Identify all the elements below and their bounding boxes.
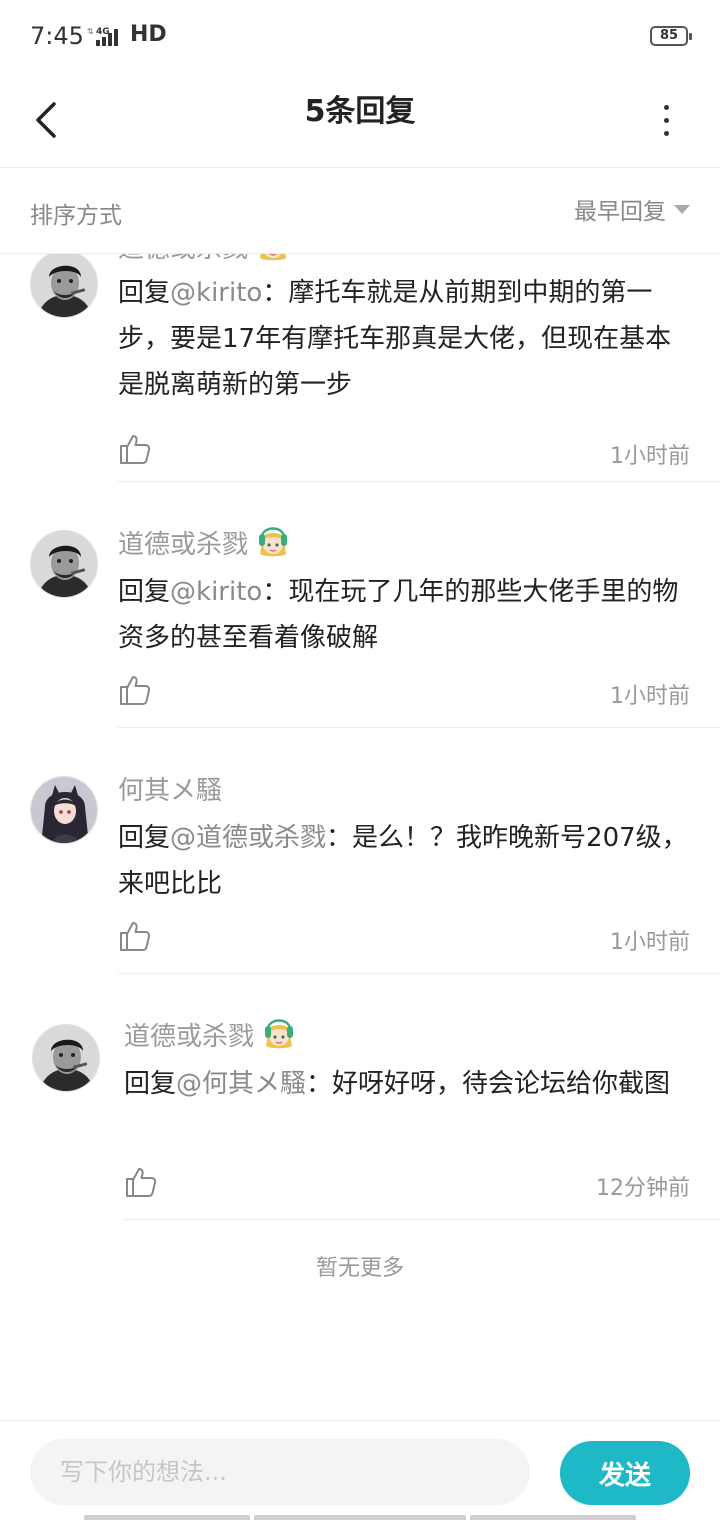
anime-girl-badge-icon <box>256 254 290 264</box>
no-more-text: 暂无更多 <box>315 1256 404 1281</box>
comment-item: 道德或杀戮 回复@何其メ騷：好呀好呀，待会论坛给你截图 12分钟前 <box>0 974 720 1220</box>
comment-time: 1小时前 <box>610 444 690 469</box>
signal-icon: 4G ⇅ <box>87 27 118 46</box>
composer-bar: 发送 <box>0 1420 720 1520</box>
comment-text: 回复@道德或杀戮：是么！？我昨晚新号207级，来吧比比 <box>118 815 688 907</box>
sort-label: 排序方式 <box>30 203 122 229</box>
title-bar: 5条回复 <box>0 72 720 168</box>
hd-indicator: HD <box>130 22 167 47</box>
username-row: 道德或杀戮 <box>118 254 290 266</box>
nav-indicator <box>254 1515 466 1520</box>
thumbs-up-icon[interactable] <box>118 432 152 466</box>
reply-prefix: 回复 <box>118 823 171 853</box>
caret-down-icon <box>674 204 690 214</box>
username[interactable]: 道德或杀戮 <box>118 254 248 265</box>
comment-item: 何其メ騷 回复@道德或杀戮：是么！？我昨晚新号207级，来吧比比 1小时前 <box>0 728 720 974</box>
chevron-left-icon <box>36 102 56 138</box>
mention-link[interactable]: @道德或杀戮 <box>170 823 326 853</box>
sort-dropdown[interactable]: 最早回复 <box>574 192 690 226</box>
comment-content: ：好呀好呀，待会论坛给你截图 <box>306 1069 671 1099</box>
comment-item: 道德或杀戮 回复@kirito：摩托车就是从前期到中期的第一步，要是17年有摩托… <box>0 254 720 482</box>
mention-link[interactable]: @何其メ騷 <box>176 1069 306 1099</box>
thumbs-up-icon[interactable] <box>118 673 152 707</box>
comment-text: 回复@kirito：摩托车就是从前期到中期的第一步，要是17年有摩托车那真是大佬… <box>118 270 688 408</box>
nav-indicator <box>84 1515 250 1520</box>
divider <box>124 1219 720 1220</box>
anime-girl-badge-icon <box>262 1016 296 1052</box>
reply-prefix: 回复 <box>118 278 171 308</box>
avatar[interactable] <box>30 254 98 318</box>
send-button[interactable]: 发送 <box>560 1441 690 1505</box>
back-button[interactable] <box>18 90 74 150</box>
more-options-button[interactable] <box>642 92 690 148</box>
username[interactable]: 道德或杀戮 <box>124 1016 254 1053</box>
svg-text:⇅: ⇅ <box>87 27 94 36</box>
nav-indicator <box>470 1515 636 1520</box>
avatar[interactable] <box>30 776 98 844</box>
username-row: 道德或杀戮 <box>118 522 290 562</box>
status-time: 7:45 <box>30 22 84 50</box>
comment-list[interactable]: 道德或杀戮 回复@kirito：摩托车就是从前期到中期的第一步，要是17年有摩托… <box>0 254 720 1420</box>
anime-girl-badge-icon <box>256 524 290 560</box>
battery-level: 85 <box>659 28 679 43</box>
battery-icon: 85 <box>650 26 692 46</box>
comment-text: 回复@何其メ騷：好呀好呀，待会论坛给你截图 <box>124 1061 694 1107</box>
comment-text: 回复@kirito：现在玩了几年的那些大佬手里的物资多的甚至看着像破解 <box>118 569 688 661</box>
more-vertical-icon <box>663 104 669 110</box>
username-row: 何其メ騷 <box>118 768 222 808</box>
mention-link[interactable]: @kirito <box>170 278 262 308</box>
sort-value: 最早回复 <box>574 199 666 225</box>
status-bar: 7:45 4G ⇅ HD 85 <box>0 0 720 72</box>
comment-item: 道德或杀戮 回复@kirito：现在玩了几年的那些大佬手里的物资多的甚至看着像破… <box>0 482 720 728</box>
username[interactable]: 何其メ騷 <box>118 770 222 807</box>
network-type: 4G <box>96 27 110 37</box>
thumbs-up-icon[interactable] <box>124 1165 158 1199</box>
comment-time: 12分钟前 <box>596 1176 690 1201</box>
comment-input[interactable] <box>30 1439 530 1505</box>
reply-prefix: 回复 <box>118 577 171 607</box>
username-row: 道德或杀戮 <box>124 1014 296 1054</box>
avatar[interactable] <box>30 530 98 598</box>
avatar[interactable] <box>32 1024 100 1092</box>
username[interactable]: 道德或杀戮 <box>118 524 248 561</box>
sort-bar: 排序方式 最早回复 <box>0 168 720 254</box>
comment-time: 1小时前 <box>610 684 690 709</box>
mention-link[interactable]: @kirito <box>170 577 262 607</box>
thumbs-up-icon[interactable] <box>118 919 152 953</box>
page-title: 5条回复 <box>304 94 416 129</box>
comment-time: 1小时前 <box>610 930 690 955</box>
reply-prefix: 回复 <box>124 1069 177 1099</box>
